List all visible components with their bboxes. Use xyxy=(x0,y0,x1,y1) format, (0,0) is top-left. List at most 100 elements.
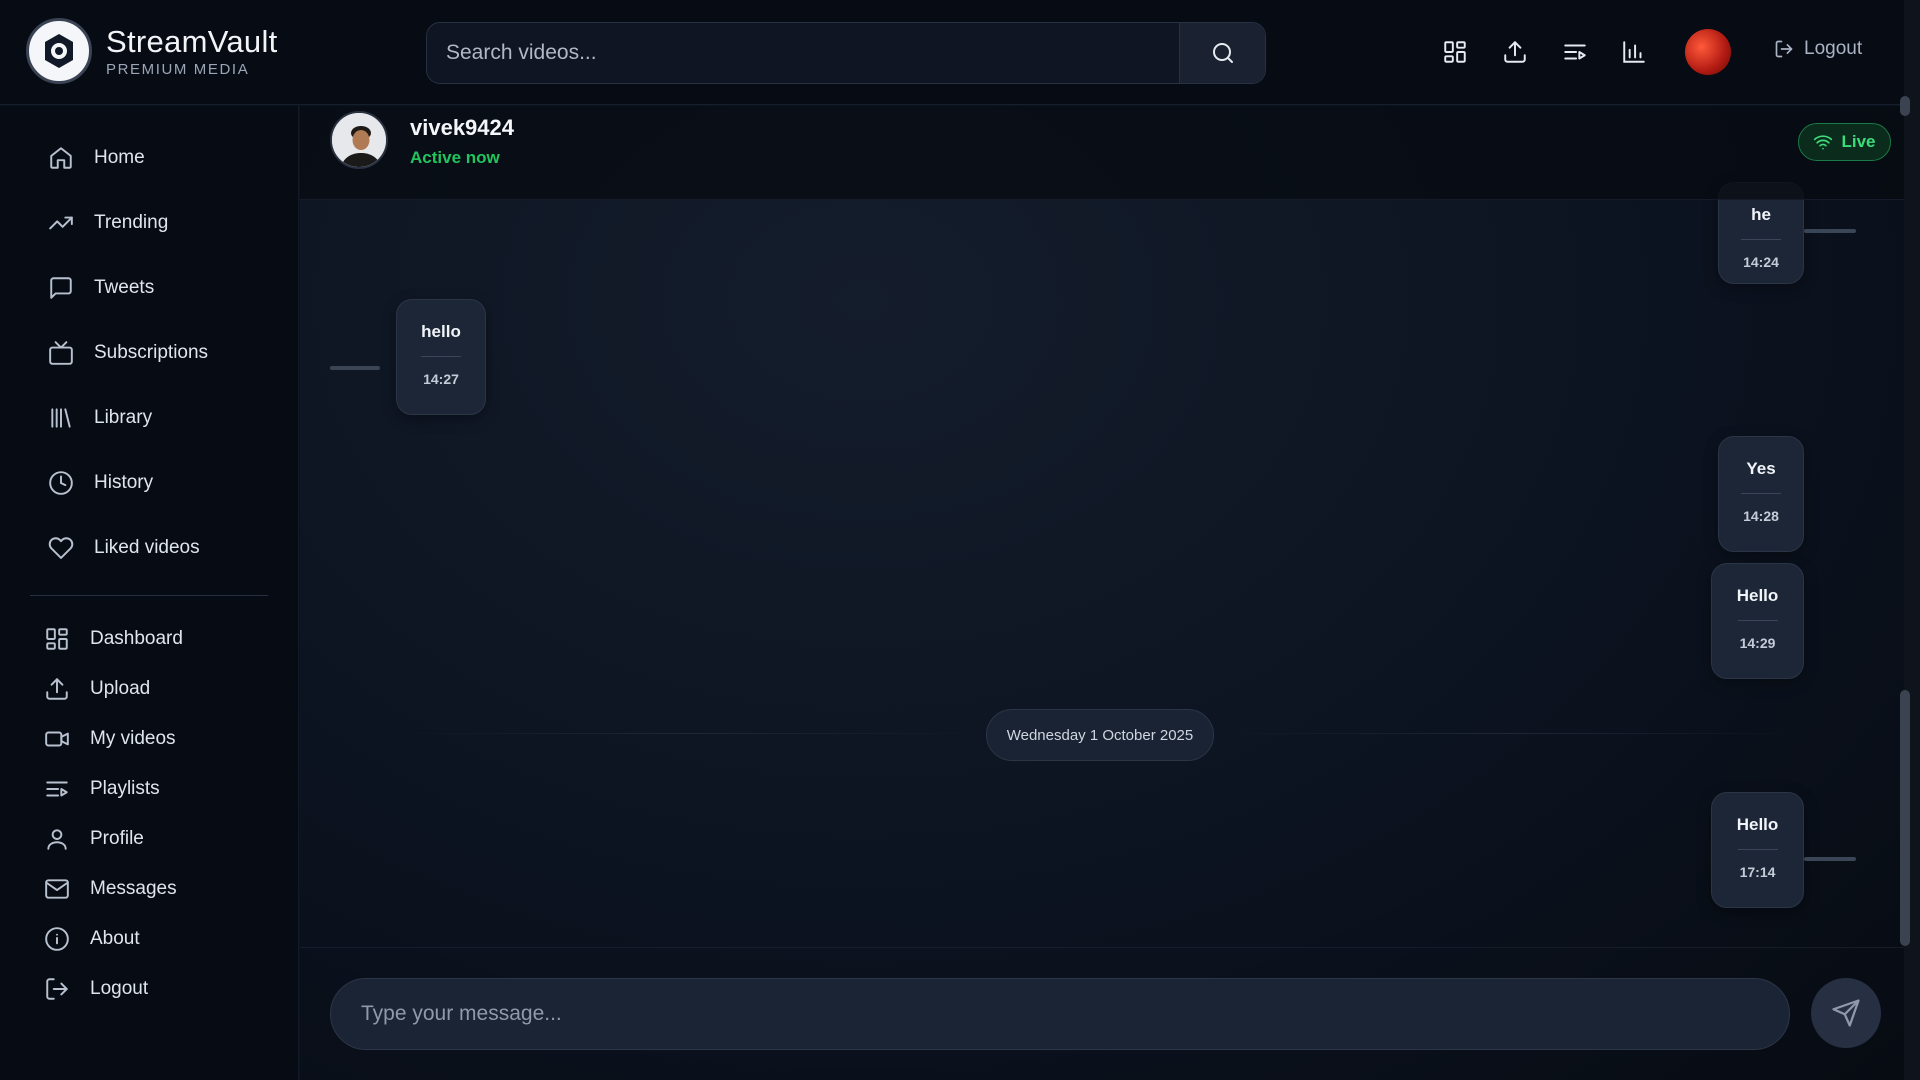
sidebar-item-label: Logout xyxy=(90,978,149,999)
sidebar-item-label: Subscriptions xyxy=(94,342,209,363)
sidebar-item-my-videos[interactable]: My videos xyxy=(44,724,176,754)
tv-icon xyxy=(49,341,73,365)
app-tagline: PREMIUM MEDIA xyxy=(106,60,250,78)
search-icon xyxy=(1212,43,1233,63)
upload-icon xyxy=(1504,41,1526,63)
sidebar-item-liked-videos[interactable]: Liked videos xyxy=(48,533,200,563)
dashboard-button[interactable] xyxy=(1439,36,1471,68)
chat-panel: he 14:24 vivek9424 Active now Live hello… xyxy=(300,106,1904,1080)
sidebar-item-label: Home xyxy=(94,147,145,168)
app-name: StreamVault xyxy=(106,23,278,59)
send-button[interactable] xyxy=(1811,978,1881,1048)
message-text: Hello xyxy=(1736,815,1779,834)
dashboard-icon xyxy=(1444,41,1466,63)
search-button[interactable] xyxy=(1179,23,1265,83)
clock-icon xyxy=(49,471,73,495)
app-logo[interactable]: StreamVault PREMIUM MEDIA xyxy=(26,18,278,84)
library-icon xyxy=(51,408,71,428)
sidebar-item-home[interactable]: Home xyxy=(48,143,145,173)
sidebar-item-about[interactable]: About xyxy=(44,924,140,954)
upload-button[interactable] xyxy=(1499,36,1531,68)
sidebar-item-history[interactable]: History xyxy=(48,468,153,498)
sidebar-item-label: Profile xyxy=(90,828,144,849)
search-input[interactable] xyxy=(427,23,1179,83)
sidebar-item-label: About xyxy=(90,928,140,949)
sidebar: Home Trending Tweets Subscriptions Libra… xyxy=(0,106,299,1080)
sidebar-item-label: Messages xyxy=(90,878,177,899)
analytics-button[interactable] xyxy=(1618,36,1650,68)
sidebar-item-label: Dashboard xyxy=(90,628,183,649)
upload-icon xyxy=(46,678,68,700)
video-icon xyxy=(45,731,69,747)
live-label: Live xyxy=(1841,132,1876,151)
sidebar-item-tweets[interactable]: Tweets xyxy=(48,273,154,303)
sidebar-item-subscriptions[interactable]: Subscriptions xyxy=(48,338,208,368)
message-tail xyxy=(330,366,380,370)
playlist-icon xyxy=(46,781,68,797)
message-text: Hello xyxy=(1736,586,1779,605)
sidebar-item-dashboard[interactable]: Dashboard xyxy=(44,624,183,654)
message-bubble-sent: Yes 14:28 xyxy=(1718,436,1804,552)
sidebar-item-label: Liked videos xyxy=(94,537,200,558)
peer-status: Active now xyxy=(410,148,500,167)
sidebar-item-label: Trending xyxy=(94,212,169,233)
sidebar-item-profile[interactable]: Profile xyxy=(44,824,144,854)
heart-icon xyxy=(48,537,74,559)
date-divider-line xyxy=(396,733,986,734)
logo-icon xyxy=(26,18,92,84)
mail-icon xyxy=(45,879,69,899)
peer-avatar[interactable] xyxy=(330,111,388,169)
bar-chart-icon xyxy=(1623,41,1645,63)
message-time: 14:27 xyxy=(423,371,459,387)
wifi-icon xyxy=(1814,135,1833,150)
message-time: 14:28 xyxy=(1743,508,1779,524)
sidebar-item-label: Tweets xyxy=(94,277,155,298)
scrollbar-top-thumb[interactable] xyxy=(1900,96,1910,116)
logout-icon xyxy=(1775,40,1793,58)
message-input[interactable] xyxy=(361,1002,1789,1026)
top-bar: StreamVault PREMIUM MEDIA Logout xyxy=(0,0,1904,105)
message-tail xyxy=(1804,857,1856,861)
message-bubble-sent: Hello 17:14 xyxy=(1711,792,1804,908)
date-separator: Wednesday 1 October 2025 xyxy=(986,709,1214,761)
sidebar-item-label: History xyxy=(94,472,154,493)
message-time: 14:24 xyxy=(1743,254,1779,270)
sidebar-item-label: My videos xyxy=(90,728,176,749)
peer-username: vivek9424 xyxy=(410,115,514,140)
user-icon xyxy=(47,829,67,850)
message-text: he xyxy=(1751,205,1771,224)
home-icon xyxy=(50,147,72,169)
scrollbar-thumb[interactable] xyxy=(1900,690,1910,946)
logout-icon xyxy=(46,978,68,1000)
message-bubble-sent: Hello 14:29 xyxy=(1711,563,1804,679)
sidebar-item-messages[interactable]: Messages xyxy=(44,874,177,904)
send-icon xyxy=(1832,999,1860,1027)
message-text: Yes xyxy=(1746,459,1776,478)
message-bubble-received: hello 14:27 xyxy=(396,299,486,415)
sidebar-item-label: Library xyxy=(94,407,153,428)
search-bar xyxy=(426,22,1266,84)
sidebar-item-label: Playlists xyxy=(90,778,160,799)
chat-header: vivek9424 Active now Live xyxy=(300,106,1904,200)
sidebar-item-trending[interactable]: Trending xyxy=(48,208,168,238)
sidebar-divider xyxy=(30,595,268,596)
playlists-button[interactable] xyxy=(1559,36,1591,68)
composer-divider xyxy=(300,947,1904,948)
message-text: hello xyxy=(421,322,461,341)
chat-icon xyxy=(50,277,72,299)
playlist-icon xyxy=(1564,44,1586,60)
user-avatar[interactable] xyxy=(1679,23,1737,81)
dashboard-icon xyxy=(46,628,68,650)
sidebar-item-upload[interactable]: Upload xyxy=(44,674,150,704)
info-icon xyxy=(45,927,69,951)
sidebar-item-playlists[interactable]: Playlists xyxy=(44,774,160,804)
sidebar-item-logout[interactable]: Logout xyxy=(44,974,148,1004)
trending-icon xyxy=(49,216,73,230)
live-badge: Live xyxy=(1798,123,1891,161)
message-composer xyxy=(330,978,1790,1050)
message-time: 14:29 xyxy=(1739,635,1776,651)
sidebar-item-library[interactable]: Library xyxy=(48,403,152,433)
top-logout-button[interactable]: Logout xyxy=(1774,38,1862,60)
message-tail xyxy=(1804,229,1856,233)
message-time: 17:14 xyxy=(1739,864,1776,880)
